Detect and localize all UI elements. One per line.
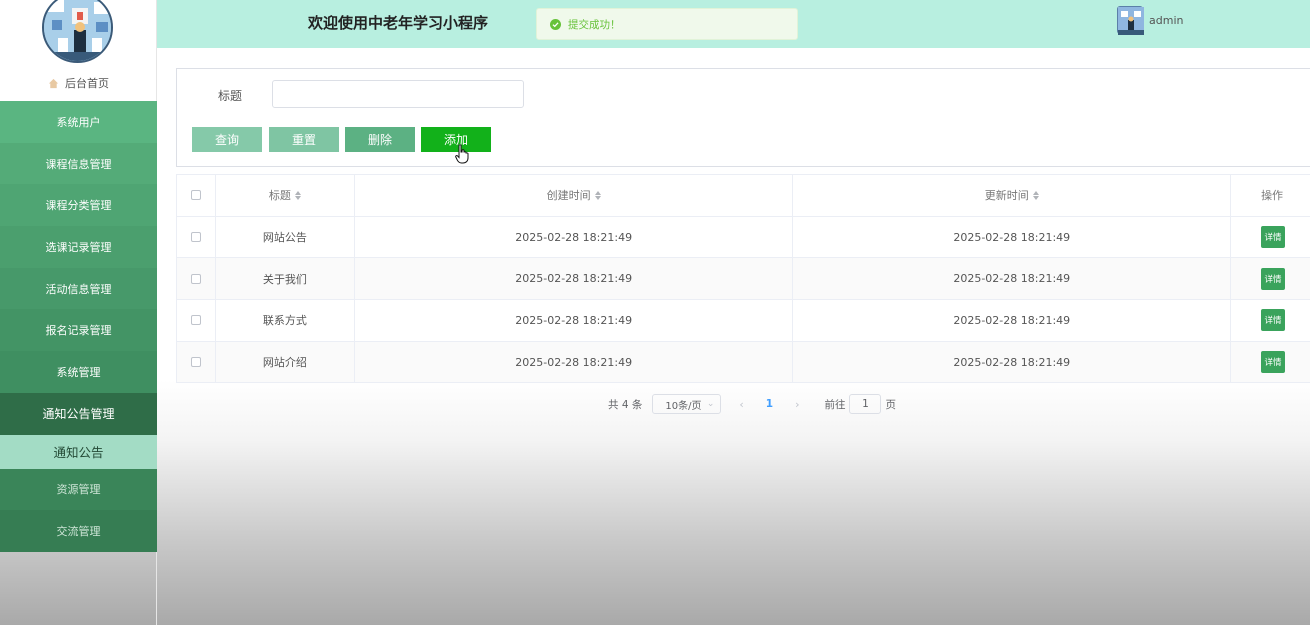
sidebar-item-notice-management[interactable]: 通知公告管理 [0, 392, 157, 435]
sidebar-home-label: 后台首页 [65, 77, 109, 90]
column-header-action: 操作 [1261, 189, 1284, 203]
goto-page-input[interactable]: 1 [849, 394, 882, 414]
goto-unit: 页 [885, 398, 896, 411]
avatar-illustration-icon [44, 0, 111, 61]
row-created-time: 2025-02-28 18:21:49 [355, 300, 794, 341]
row-updated-time: 2025-02-28 18:21:49 [793, 341, 1232, 383]
sidebar: 后台首页 系统用户 课程信息管理 课程分类管理 选课记录管理 活动信息管理 报名… [0, 0, 157, 625]
sidebar-menu: 系统用户 课程信息管理 课程分类管理 选课记录管理 活动信息管理 报名记录管理 … [0, 101, 157, 552]
delete-button[interactable]: 删除 [345, 127, 415, 152]
detail-button[interactable]: 详情 [1261, 351, 1286, 374]
prev-page-icon[interactable]: ‹ [739, 398, 743, 411]
table-row: 联系方式 2025-02-28 18:21:49 2025-02-28 18:2… [177, 300, 1310, 342]
row-updated-time: 2025-02-28 18:21:49 [793, 300, 1232, 341]
row-title: 网站公告 [216, 216, 355, 258]
goto-label: 前往 [824, 398, 846, 411]
column-header-updated[interactable]: 更新时间 [793, 175, 1232, 216]
sidebar-item-system-management[interactable]: 系统管理 [0, 351, 157, 393]
row-created-time: 2025-02-28 18:21:49 [355, 258, 794, 300]
row-title: 联系方式 [216, 300, 355, 341]
sidebar-subitem-notice[interactable]: 通知公告 [0, 434, 157, 469]
sidebar-item-enrollment-records[interactable]: 选课记录管理 [0, 226, 157, 268]
top-header: 欢迎使用中老年学习小程序 提交成功！ admin [157, 0, 1310, 48]
page-title: 欢迎使用中老年学习小程序 [308, 14, 489, 32]
table-row: 关于我们 2025-02-28 18:21:49 2025-02-28 18:2… [177, 258, 1310, 301]
user-menu[interactable]: admin [1117, 6, 1184, 35]
column-header-title[interactable]: 标题 [216, 175, 355, 216]
search-panel: 标题 查询 重置 删除 添加 [176, 68, 1310, 167]
query-button[interactable]: 查询 [192, 127, 262, 152]
notice-table: 标题 创建时间 更新时间 操作 网站公告 2025-02-28 18:21:49… [176, 174, 1310, 384]
row-created-time: 2025-02-28 18:21:49 [355, 341, 794, 383]
home-icon [48, 78, 59, 88]
chevron-down-icon: ⌄ [706, 399, 715, 409]
sort-icon[interactable] [594, 190, 601, 200]
sidebar-item-signup-records[interactable]: 报名记录管理 [0, 309, 157, 352]
page-number[interactable]: 1 [766, 398, 773, 410]
table-row: 网站介绍 2025-02-28 18:21:49 2025-02-28 18:2… [177, 341, 1310, 384]
column-header-created[interactable]: 创建时间 [355, 175, 794, 216]
pagination: 共 4 条 10条/页 ⌄ ‹ 1 › 前往 1 页 [608, 394, 896, 414]
row-title: 网站介绍 [216, 341, 355, 383]
row-checkbox[interactable] [190, 273, 201, 284]
sidebar-home-link[interactable]: 后台首页 [0, 72, 157, 94]
sidebar-item-course-info[interactable]: 课程信息管理 [0, 142, 157, 185]
hand-cursor-icon [455, 144, 469, 164]
row-updated-time: 2025-02-28 18:21:49 [793, 258, 1232, 300]
title-field-label: 标题 [218, 89, 243, 103]
sidebar-item-course-category[interactable]: 课程分类管理 [0, 184, 157, 227]
check-circle-icon [550, 18, 561, 30]
detail-button[interactable]: 详情 [1261, 267, 1286, 290]
user-avatar-icon [1118, 7, 1144, 35]
total-count: 共 4 条 [608, 398, 643, 411]
select-all-checkbox[interactable] [190, 190, 201, 201]
detail-button[interactable]: 详情 [1261, 226, 1286, 249]
sort-icon[interactable] [1032, 190, 1039, 200]
row-title: 关于我们 [216, 258, 355, 300]
success-toast: 提交成功！ [536, 8, 798, 40]
sort-icon[interactable] [294, 190, 301, 200]
row-created-time: 2025-02-28 18:21:49 [355, 216, 794, 258]
row-checkbox[interactable] [190, 315, 201, 326]
reset-button[interactable]: 重置 [269, 127, 339, 152]
table-header-row: 标题 创建时间 更新时间 操作 [177, 175, 1310, 217]
sidebar-item-exchange-management[interactable]: 交流管理 [0, 510, 157, 552]
toast-message: 提交成功！ [568, 18, 621, 31]
table-row: 网站公告 2025-02-28 18:21:49 2025-02-28 18:2… [177, 216, 1310, 259]
header-checkbox-cell [177, 175, 216, 216]
username: admin [1149, 13, 1184, 27]
row-checkbox[interactable] [190, 357, 201, 368]
detail-button[interactable]: 详情 [1261, 309, 1286, 332]
user-avatar [1117, 6, 1144, 35]
title-search-input[interactable] [272, 80, 524, 108]
logo-avatar [42, 0, 113, 63]
next-page-icon[interactable]: › [795, 398, 799, 411]
row-updated-time: 2025-02-28 18:21:49 [793, 216, 1232, 258]
sidebar-item-system-users[interactable]: 系统用户 [0, 101, 157, 143]
sidebar-item-activity-info[interactable]: 活动信息管理 [0, 267, 157, 310]
row-checkbox[interactable] [190, 232, 201, 243]
sidebar-item-resource-management[interactable]: 资源管理 [0, 468, 157, 511]
page-size-select[interactable]: 10条/页 ⌄ [652, 394, 722, 414]
